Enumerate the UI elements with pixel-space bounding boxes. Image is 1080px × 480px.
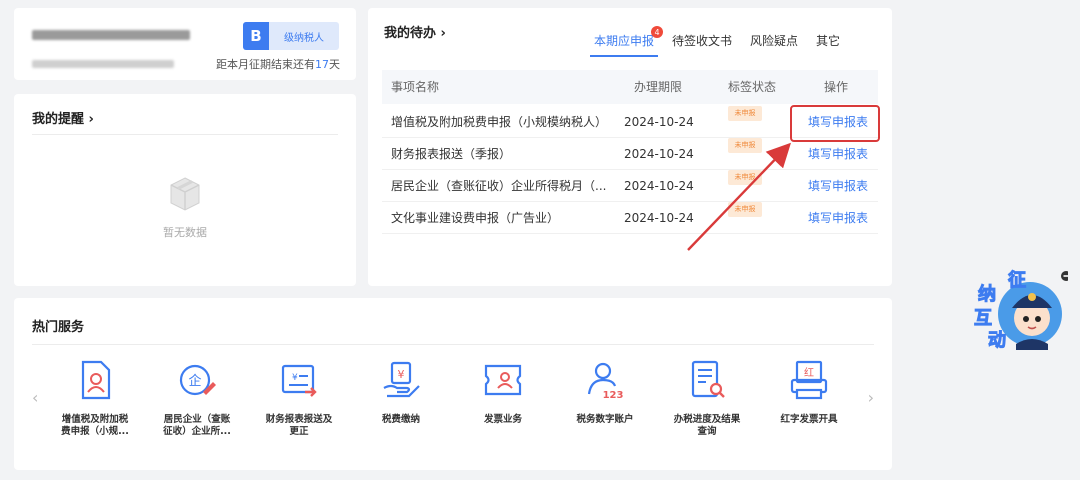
tab-current-declaration[interactable]: 本期应申报 4 bbox=[589, 26, 664, 57]
taxpayer-name-redacted bbox=[32, 30, 190, 40]
status-badge: 未申报 bbox=[728, 138, 762, 153]
progress-query-icon bbox=[691, 360, 725, 398]
task-name: 文化事业建设费申报（广告业） bbox=[391, 211, 560, 225]
taxpayer-profile-card: B 级纳税人 距本月征期结束还有17天 bbox=[14, 8, 356, 80]
column-header: 操作 bbox=[824, 80, 849, 94]
digital-account-icon: 123 bbox=[587, 362, 624, 401]
empty-state: 暂无数据 bbox=[14, 174, 356, 240]
service-enterprise-income-tax[interactable]: 企 居民企业（查账 征收）企业所... bbox=[146, 358, 248, 438]
fill-declaration-link[interactable]: 填写申报表 bbox=[808, 170, 868, 202]
task-name: 增值税及附加税费申报（小规模纳税人） bbox=[391, 115, 608, 129]
task-deadline: 2024-10-24 bbox=[624, 179, 694, 193]
tax-payment-icon: ¥ bbox=[383, 361, 420, 398]
task-deadline: 2024-10-24 bbox=[624, 147, 694, 161]
deadline-days: 17 bbox=[315, 58, 329, 71]
divider bbox=[32, 134, 338, 135]
svg-text:¥: ¥ bbox=[292, 373, 298, 383]
tab-risk-issues[interactable]: 风险疑点 bbox=[750, 32, 798, 57]
fill-declaration-link[interactable]: 填写申报表 bbox=[808, 138, 868, 170]
service-digital-account[interactable]: 123 税务数字账户 bbox=[554, 358, 656, 438]
task-deadline: 2024-10-24 bbox=[624, 211, 694, 225]
annotation-highlight-box bbox=[790, 105, 880, 142]
mascot-char: 动 bbox=[988, 330, 1007, 352]
table-row: 文化事业建设费申报（广告业） 2024-10-24 未申报 填写申报表 bbox=[382, 202, 878, 234]
task-name: 居民企业（查账征收）企业所得税月（... bbox=[391, 179, 607, 193]
taxpayer-credit-badge: B 级纳税人 bbox=[243, 22, 339, 50]
red-invoice-icon: 红 bbox=[790, 360, 828, 400]
empty-box-icon bbox=[170, 177, 200, 211]
carousel-prev-icon[interactable]: ‹ bbox=[32, 388, 38, 407]
task-name: 财务报表报送（季报） bbox=[391, 147, 512, 161]
table-row: 财务报表报送（季报） 2024-10-24 未申报 填写申报表 bbox=[382, 138, 878, 170]
enterprise-edit-icon: 企 bbox=[179, 364, 216, 396]
service-tax-payment[interactable]: ¥ 税费缴纳 bbox=[350, 358, 452, 438]
svg-text:红: 红 bbox=[804, 366, 814, 379]
service-financial-report[interactable]: ¥ 财务报表报送及 更正 bbox=[248, 358, 350, 438]
status-badge: 未申报 bbox=[728, 170, 762, 185]
tab-other[interactable]: 其它 bbox=[816, 32, 840, 57]
column-header: 办理期限 bbox=[634, 80, 683, 94]
status-badge: 未申报 bbox=[728, 202, 762, 217]
table-row: 居民企业（查账征收）企业所得税月（... 2024-10-24 未申报 填写申报… bbox=[382, 170, 878, 202]
interaction-mascot-widget[interactable]: 征 纳 互 动 bbox=[972, 264, 1071, 360]
invoice-icon bbox=[484, 364, 522, 396]
tab-count-badge: 4 bbox=[651, 26, 664, 38]
my-todo-card: 我的待办 › 本期应申报 4 待签收文书 风险疑点 其它 事项名称 办理期限 标… bbox=[368, 8, 892, 286]
carousel-next-icon[interactable]: › bbox=[868, 388, 874, 407]
mascot-char: 征 bbox=[1008, 270, 1027, 292]
status-badge: 未申报 bbox=[728, 106, 762, 121]
service-red-invoice[interactable]: 红 红字发票开具 bbox=[758, 358, 860, 438]
services-list: 增值税及附加税 费申报（小规... 企 居民企业（查账 征收）企业所... ¥ 财务… bbox=[44, 358, 862, 438]
taxpayer-id-redacted bbox=[32, 60, 174, 68]
service-invoice[interactable]: 发票业务 bbox=[452, 358, 554, 438]
credit-level-letter: B bbox=[243, 22, 269, 50]
todo-tabs: 本期应申报 4 待签收文书 风险疑点 其它 bbox=[589, 26, 858, 57]
service-progress-query[interactable]: 办税进度及结果 查询 bbox=[656, 358, 758, 438]
my-reminders-card: 我的提醒 › 暂无数据 bbox=[14, 94, 356, 286]
report-send-icon: ¥ bbox=[281, 364, 317, 397]
hot-services-card: 热门服务 ‹ › 增值税及附加税 费申报（小规... 企 居民企业（查账 征收）企业… bbox=[14, 298, 892, 470]
service-vat-declaration[interactable]: 增值税及附加税 费申报（小规... bbox=[44, 358, 146, 438]
task-deadline: 2024-10-24 bbox=[624, 115, 694, 129]
hot-services-title: 热门服务 bbox=[32, 320, 85, 335]
deadline-text: 距本月征期结束还有17天 bbox=[216, 58, 340, 71]
my-todo-title[interactable]: 我的待办 › bbox=[384, 22, 446, 41]
tab-pending-documents[interactable]: 待签收文书 bbox=[672, 32, 732, 57]
svg-text:企: 企 bbox=[188, 373, 201, 389]
mascot-char: 纳 bbox=[978, 284, 997, 306]
column-header: 标签状态 bbox=[728, 80, 777, 94]
my-reminders-title[interactable]: 我的提醒 › bbox=[32, 108, 94, 127]
credit-level-text: 级纳税人 bbox=[284, 32, 324, 44]
divider bbox=[32, 344, 874, 345]
svg-text:123: 123 bbox=[603, 390, 624, 401]
column-header: 事项名称 bbox=[391, 80, 440, 94]
fill-declaration-link[interactable]: 填写申报表 bbox=[808, 202, 868, 234]
document-person-icon bbox=[81, 360, 111, 400]
empty-text: 暂无数据 bbox=[163, 226, 207, 239]
svg-text:¥: ¥ bbox=[398, 368, 405, 381]
table-header: 事项名称 办理期限 标签状态 操作 bbox=[382, 70, 878, 104]
